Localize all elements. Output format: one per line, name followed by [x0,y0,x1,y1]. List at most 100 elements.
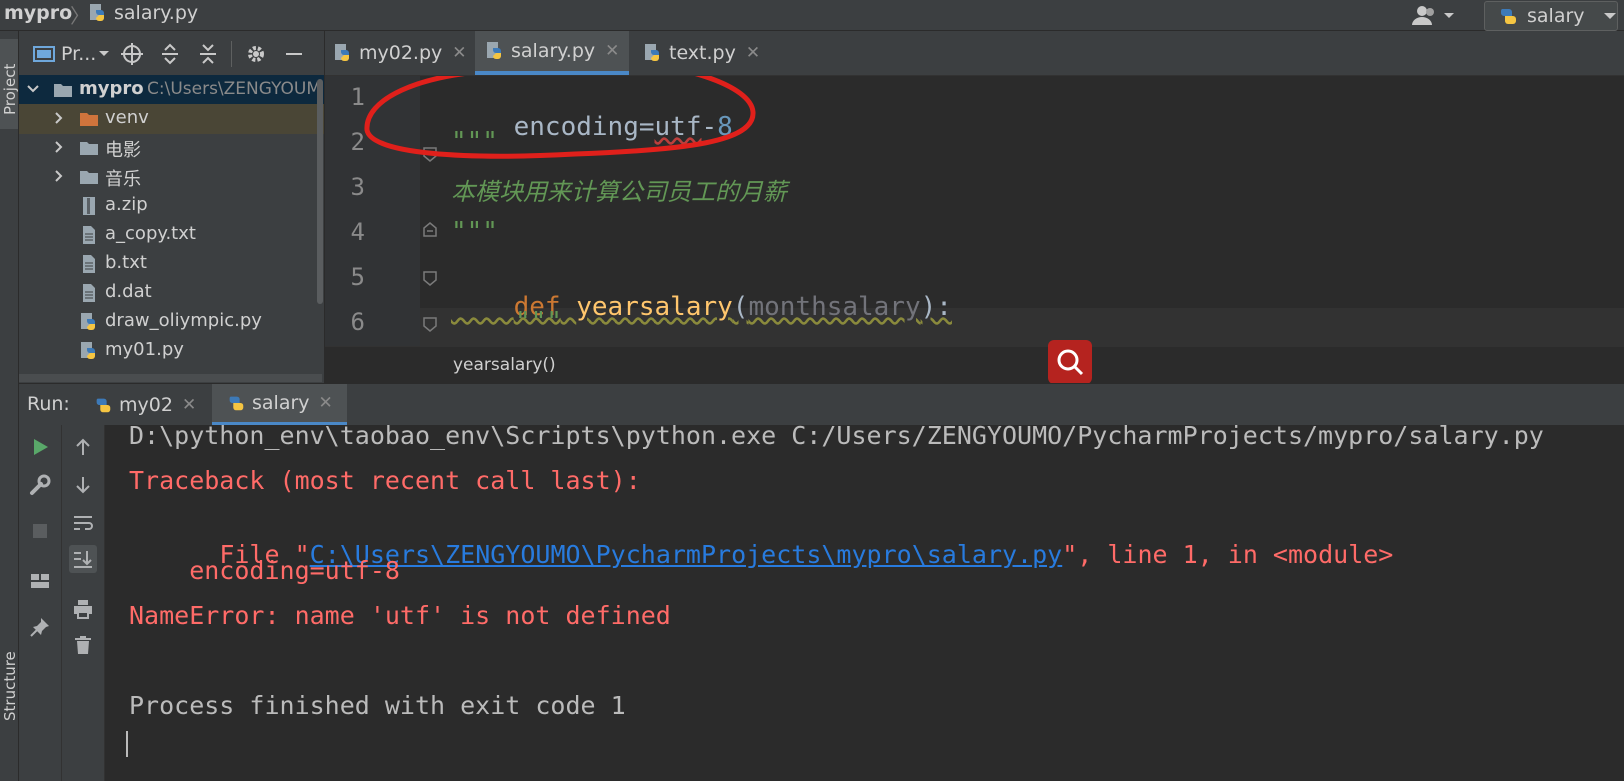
text-file-icon [83,255,95,273]
python-file-icon [90,4,104,21]
project-tool-tab-label: Project [1,63,19,115]
run-configuration-label: salary [1527,5,1585,27]
stop-button[interactable] [26,517,54,545]
tab-text[interactable]: text.py ✕ [643,31,760,75]
project-view-label: Pr... [61,43,97,65]
fold-start-icon[interactable] [422,270,438,286]
gear-icon [248,46,264,62]
pin-icon [30,618,49,637]
chevron-right-icon[interactable] [53,141,65,153]
layout-button[interactable] [26,567,54,595]
run-tab-salary[interactable]: salary ✕ [212,384,347,426]
search-overlay-button[interactable] [1048,340,1092,384]
close-icon[interactable]: ✕ [182,395,196,415]
locate-file-button[interactable] [119,41,145,67]
chevron-down-icon[interactable] [27,83,39,95]
tab-salary[interactable]: salary.py ✕ [475,31,630,75]
folder-icon [80,171,98,184]
tree-horizontal-scrollbar[interactable] [19,374,322,382]
text-file-icon [83,284,95,302]
tree-item-label: draw_oliympic.py [105,310,262,331]
chevron-down-icon [1603,13,1616,19]
expand-all-button[interactable] [157,41,183,67]
clear-all-button[interactable] [69,631,97,659]
console-output[interactable]: D:\python_env\taobao_env\Scripts\python.… [105,425,1624,781]
rerun-button[interactable] [26,433,54,461]
tree-row-file[interactable]: d.dat [19,278,324,308]
python-icon [1500,9,1516,24]
scroll-up-button[interactable] [69,433,97,461]
text-file-icon [83,226,95,244]
fold-start-icon[interactable] [422,146,438,162]
close-icon[interactable]: ✕ [605,41,619,61]
project-view-selector[interactable]: Pr... [33,41,123,67]
crosshair-icon [121,43,143,65]
left-tool-strip: Project Structure [0,31,19,781]
close-icon[interactable]: ✕ [746,43,760,63]
tree-row-root[interactable]: mypro C:\Users\ZENGYOUM [19,75,324,105]
breadcrumb-project[interactable]: mypro [4,2,72,24]
collapse-all-button[interactable] [195,41,221,67]
scroll-down-button[interactable] [69,471,97,499]
tree-root-label: mypro [79,78,144,99]
tree-row-file[interactable]: a_copy.txt [19,220,324,250]
console-file-link[interactable]: C:\Users\ZENGYOUMO\PycharmProjects\mypro… [310,540,1063,569]
tree-row-venv[interactable]: venv [19,104,324,134]
trash-icon [75,636,91,654]
chevron-right-icon[interactable] [53,112,65,124]
settings-button[interactable] [243,41,269,67]
pin-tab-button[interactable] [26,613,54,641]
chevron-right-icon[interactable] [53,170,65,182]
tab-label: text.py [669,42,736,64]
tree-row-file[interactable]: my01.py [19,336,324,366]
tree-item-label: a_copy.txt [105,223,196,244]
close-icon[interactable]: ✕ [319,393,333,413]
edit-configuration-button[interactable] [26,471,54,499]
python-icon [96,398,111,413]
collapse-all-icon [200,44,216,64]
run-tab-label: salary [252,392,310,414]
console-exit-line: Process finished with exit code 1 [129,691,626,720]
console-caret [126,731,128,757]
expand-all-icon [162,43,178,65]
tree-row-file[interactable]: a.zip [19,191,324,221]
breadcrumb-separator-icon: 〉 [70,4,90,28]
breadcrumb-file-label: salary.py [114,2,199,24]
scroll-to-end-button[interactable] [69,545,97,573]
scroll-to-end-icon [74,551,92,568]
breadcrumb-file[interactable]: salary.py [88,2,198,24]
fold-end-icon[interactable] [422,222,438,238]
folder-icon [80,113,98,126]
breadcrumb-function[interactable]: yearsalary() [453,355,556,375]
tree-item-label: venv [105,107,149,128]
run-tool-header: Run: my02 ✕ salary ✕ [19,383,1624,426]
token-paren: ( [732,292,749,322]
tree-item-label: 电影 [105,140,141,161]
hide-panel-button[interactable] [281,41,307,67]
code-line-4: """ [451,217,498,247]
run-tab-my02[interactable]: my02 ✕ [93,384,196,426]
token-operator: = [638,112,655,142]
tree-row-file[interactable]: b.txt [19,249,324,279]
layout-icon [31,574,49,588]
python-file-icon [81,342,95,359]
soft-wrap-button[interactable] [69,509,97,537]
code-line-6: """ [515,307,562,337]
structure-tool-tab-label[interactable]: Structure [1,651,19,721]
close-icon[interactable]: ✕ [452,43,466,63]
tree-row-file[interactable]: draw_oliympic.py [19,307,324,337]
navigation-bar: mypro 〉 salary.py salary [0,0,1624,31]
tab-my02[interactable]: my02.py ✕ [333,31,467,75]
run-configuration-selector[interactable]: salary [1484,1,1618,31]
editor-breadcrumb-bar: yearsalary() [325,346,1624,381]
tree-item-label: 音乐 [105,169,141,190]
tree-row-folder[interactable]: 电影 [19,133,324,163]
console-command-line: D:\python_env\taobao_env\Scripts\python.… [129,425,1544,450]
code-editor[interactable]: 1 2 3 4 5 6 encoding=utf-8 """ 本模块用来计算公司… [325,76,1624,346]
python-icon [229,396,244,411]
user-menu-button[interactable] [1410,3,1462,27]
fold-start-icon[interactable] [422,316,438,332]
tree-vertical-scrollbar[interactable] [317,79,323,304]
print-button[interactable] [69,595,97,623]
tree-row-folder[interactable]: 音乐 [19,162,324,192]
